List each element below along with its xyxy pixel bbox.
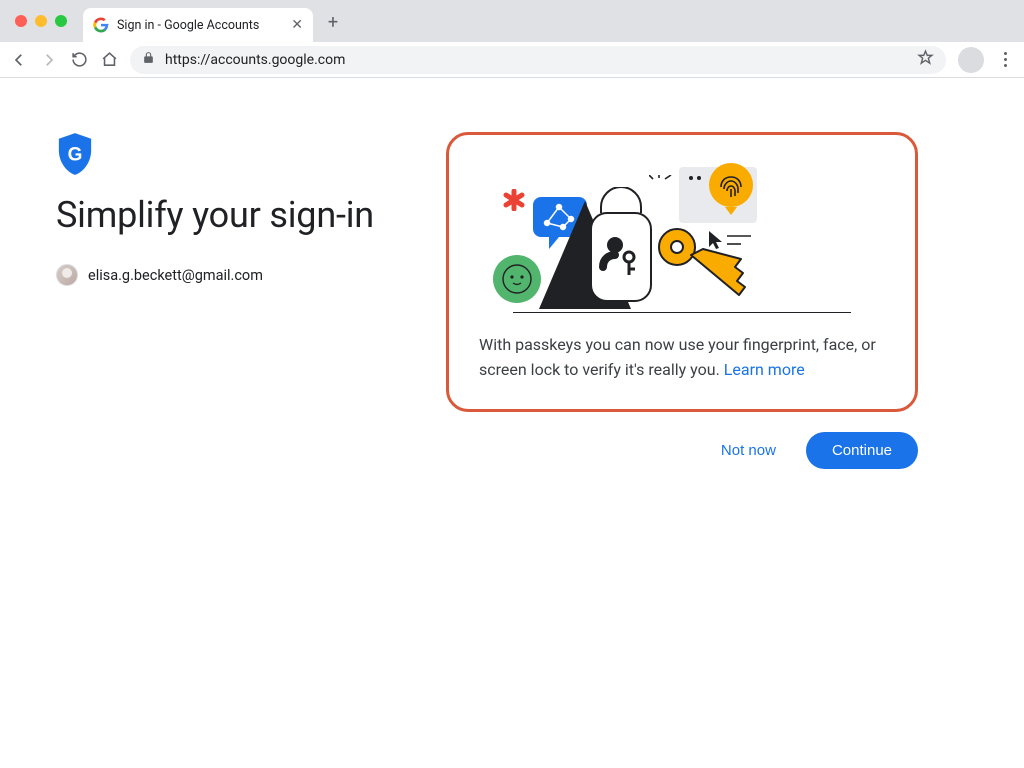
back-button[interactable] <box>10 51 28 69</box>
tab-close-icon[interactable]: ✕ <box>291 18 303 32</box>
address-bar-url: https://accounts.google.com <box>165 52 345 68</box>
home-button[interactable] <box>100 51 118 69</box>
google-shield-icon: G <box>56 132 94 176</box>
window-controls <box>0 15 67 42</box>
passkey-illustration <box>479 153 885 323</box>
google-favicon-icon <box>93 17 109 33</box>
asterisk-icon <box>503 189 525 211</box>
continue-button[interactable]: Continue <box>806 432 918 469</box>
page-title: Simplify your sign-in <box>56 194 436 236</box>
browser-toolbar: https://accounts.google.com <box>0 42 1024 78</box>
passkey-info-card: With passkeys you can now use your finge… <box>446 132 918 412</box>
browser-menu-button[interactable] <box>996 51 1014 69</box>
window-zoom-button[interactable] <box>55 15 67 27</box>
account-email: elisa.g.beckett@gmail.com <box>88 267 263 284</box>
forward-button[interactable] <box>40 51 58 69</box>
passkey-description-text: With passkeys you can now use your finge… <box>479 335 876 379</box>
action-row: Not now Continue <box>446 432 918 469</box>
window-close-button[interactable] <box>15 15 27 27</box>
fingerprint-icon <box>705 163 757 215</box>
bookmark-star-icon[interactable] <box>917 49 934 70</box>
right-column: With passkeys you can now use your finge… <box>446 132 968 768</box>
passkey-card-icon <box>577 187 663 305</box>
browser-tab-title: Sign in - Google Accounts <box>117 18 259 33</box>
learn-more-link[interactable]: Learn more <box>724 360 805 379</box>
account-chip[interactable]: elisa.g.beckett@gmail.com <box>56 264 436 286</box>
not-now-button[interactable]: Not now <box>711 434 786 467</box>
svg-text:G: G <box>68 145 83 166</box>
lock-icon <box>142 51 155 68</box>
passkey-description: With passkeys you can now use your finge… <box>479 333 885 383</box>
account-avatar-icon <box>56 264 78 286</box>
face-icon <box>491 253 543 305</box>
window-minimize-button[interactable] <box>35 15 47 27</box>
page-content: G Simplify your sign-in elisa.g.beckett@… <box>0 78 1024 768</box>
profile-avatar-button[interactable] <box>958 47 984 73</box>
browser-tab-strip: Sign in - Google Accounts ✕ + <box>0 0 1024 42</box>
cursor-icon <box>707 229 727 251</box>
address-bar[interactable]: https://accounts.google.com <box>130 46 946 74</box>
reload-button[interactable] <box>70 51 88 69</box>
new-tab-button[interactable]: + <box>323 14 343 34</box>
left-column: G Simplify your sign-in elisa.g.beckett@… <box>56 132 436 768</box>
browser-tab-active[interactable]: Sign in - Google Accounts ✕ <box>83 8 313 42</box>
